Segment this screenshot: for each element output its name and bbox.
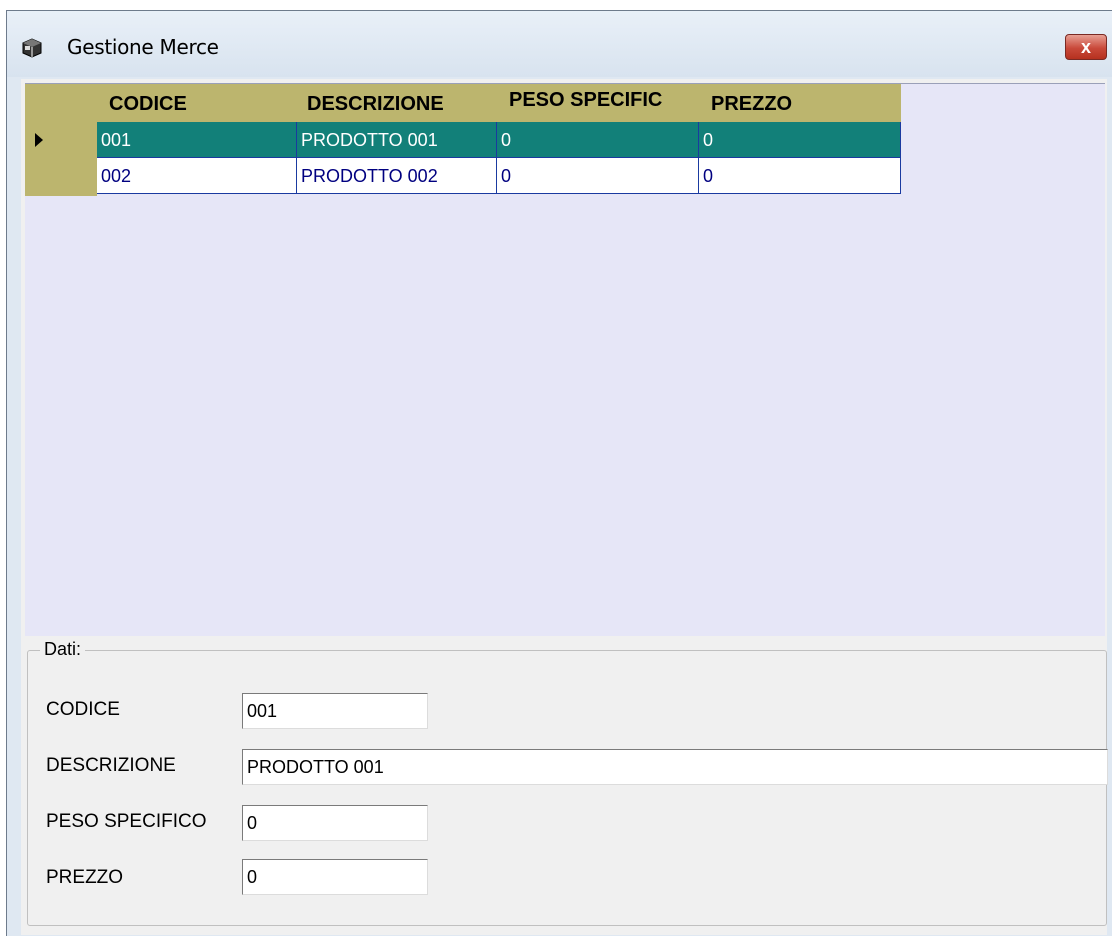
grid-header: CODICE DESCRIZIONE PESO SPECIFIC PREZZO [25, 84, 901, 122]
client-area: CODICE DESCRIZIONE PESO SPECIFIC PREZZO … [21, 79, 1108, 935]
table-cell[interactable]: 0 [497, 122, 699, 158]
column-header-prezzo[interactable]: PREZZO [711, 84, 792, 122]
table-row[interactable]: 001 PRODOTTO 001 0 0 [97, 122, 901, 158]
close-button[interactable]: x [1065, 34, 1107, 60]
descrizione-input[interactable] [242, 749, 1108, 785]
data-grid[interactable]: CODICE DESCRIZIONE PESO SPECIFIC PREZZO … [25, 83, 1105, 636]
current-row-indicator-icon [35, 133, 43, 147]
table-cell[interactable]: 0 [699, 158, 901, 194]
group-label: Dati: [40, 639, 86, 660]
column-header-codice[interactable]: CODICE [109, 84, 187, 122]
column-header-descrizione[interactable]: DESCRIZIONE [307, 84, 444, 122]
codice-input[interactable] [242, 693, 428, 729]
data-groupbox: Dati: CODICE DESCRIZIONE PESO SPECIFICO … [27, 639, 1108, 926]
title-bar[interactable]: Gestione Merce x [7, 11, 1112, 77]
prezzo-input[interactable] [242, 859, 428, 895]
window-title: Gestione Merce [67, 35, 219, 59]
table-cell[interactable]: 002 [97, 158, 297, 194]
label-prezzo: PREZZO [46, 867, 124, 888]
peso-specifico-input[interactable] [242, 805, 428, 841]
table-cell[interactable]: 0 [497, 158, 699, 194]
main-window: Gestione Merce x CODICE DESCRIZIONE PESO… [6, 10, 1112, 936]
close-icon: x [1080, 36, 1091, 57]
column-header-peso-specifico[interactable]: PESO SPECIFIC [509, 80, 662, 118]
table-cell[interactable]: PRODOTTO 002 [297, 158, 497, 194]
table-row[interactable]: 002 PRODOTTO 002 0 0 [97, 158, 901, 194]
table-cell[interactable]: PRODOTTO 001 [297, 122, 497, 158]
label-peso-specifico: PESO SPECIFICO [46, 811, 207, 832]
label-descrizione: DESCRIZIONE [46, 755, 176, 776]
box-icon [22, 38, 42, 58]
label-codice: CODICE [46, 699, 120, 720]
table-cell[interactable]: 001 [97, 122, 297, 158]
table-cell[interactable]: 0 [699, 122, 901, 158]
